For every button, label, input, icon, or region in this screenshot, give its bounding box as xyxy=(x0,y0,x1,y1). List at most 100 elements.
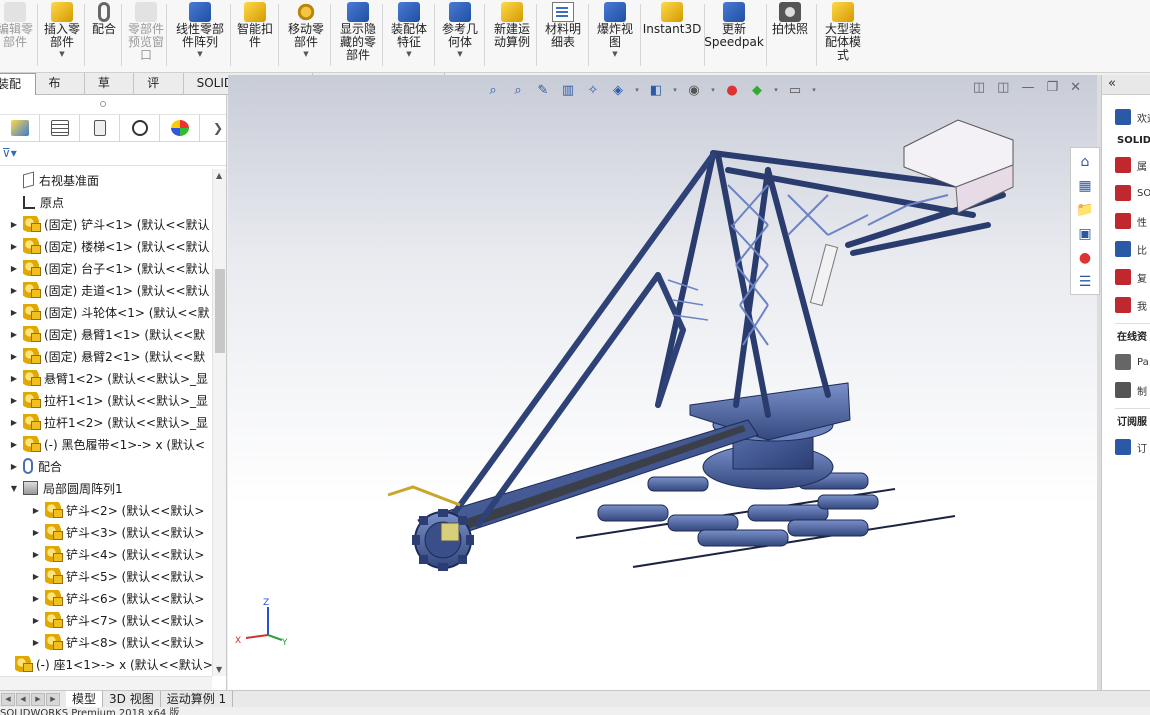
tree-item[interactable]: ▶ 铲斗<6> (默认<<默认> xyxy=(0,587,212,609)
last-tab-icon[interactable]: ▶ xyxy=(46,692,60,706)
taskpane-link[interactable]: 制 xyxy=(1102,376,1150,404)
linear-pattern-button[interactable]: 线性零部 件阵列 ▼ xyxy=(170,2,230,70)
appearances-icon[interactable]: ● xyxy=(1074,247,1096,269)
view-palette-icon[interactable]: ▣ xyxy=(1074,223,1096,245)
tree-item[interactable]: ▶ 拉杆1<2> (默认<<默认>_显 xyxy=(0,411,212,433)
scroll-down-icon[interactable]: ▼ xyxy=(216,665,222,674)
bottom-tab-2[interactable]: 运动算例 1 xyxy=(161,690,234,708)
bottom-tab-0[interactable]: 模型 xyxy=(66,690,104,708)
tabs-scroll-right-icon[interactable]: ❯ xyxy=(210,115,226,141)
tree-item[interactable]: ▶ (固定) 斗轮体<1> (默认<<默 xyxy=(0,301,212,323)
tab-display-manager[interactable] xyxy=(160,115,200,141)
insert-components-button[interactable]: 插入零 部件 ▼ xyxy=(40,2,84,70)
expand-arrow-icon[interactable]: ▶ xyxy=(8,242,20,251)
expand-arrow-icon[interactable]: ▶ xyxy=(30,506,42,515)
chevron-down-icon[interactable]: ▼ xyxy=(406,50,411,58)
file-explorer-icon[interactable]: 📁 xyxy=(1074,199,1096,221)
chevron-down-icon[interactable]: ▼ xyxy=(197,50,202,58)
expand-arrow-icon[interactable]: ▶ xyxy=(30,572,42,581)
expand-arrow-icon[interactable]: ▶ xyxy=(8,440,20,449)
tree-item[interactable]: ▼ 局部圆周阵列1 xyxy=(0,477,212,499)
assembly-features-button[interactable]: 装配体 特征 ▼ xyxy=(386,2,432,70)
tree-item[interactable]: ▶ 铲斗<8> (默认<<默认> xyxy=(0,631,212,653)
expand-arrow-icon[interactable]: ▶ xyxy=(8,264,20,273)
taskpane-link[interactable]: 性 xyxy=(1102,207,1150,235)
taskpane-link[interactable]: 欢迎 xyxy=(1102,103,1150,131)
excavator-model[interactable]: Z X Y xyxy=(228,75,1097,690)
move-component-button[interactable]: 移动零 部件 ▼ xyxy=(282,2,330,70)
show-hidden-button[interactable]: 显示隐 藏的零 部件 xyxy=(335,2,381,70)
tree-item[interactable]: ▶ 铲斗<2> (默认<<默认> xyxy=(0,499,212,521)
taskpane-link[interactable]: 订 xyxy=(1102,433,1150,461)
expand-arrow-icon[interactable]: ▶ xyxy=(30,550,42,559)
tree-item[interactable]: 原点 xyxy=(0,191,212,213)
scroll-up-icon[interactable]: ▲ xyxy=(216,171,222,180)
instant3d-button[interactable]: Instant3D xyxy=(643,2,701,70)
expand-arrow-icon[interactable]: ▶ xyxy=(8,330,20,339)
tree-item[interactable]: ▶ (固定) 悬臂2<1> (默认<<默 xyxy=(0,345,212,367)
tab-0[interactable]: 装配体 xyxy=(0,73,36,112)
component-preview-button[interactable]: 零部件 预览窗 口 xyxy=(124,2,168,70)
bottom-tab-1[interactable]: 3D 视图 xyxy=(103,690,161,708)
tree-item[interactable]: ▶ 拉杆1<1> (默认<<默认>_显 xyxy=(0,389,212,411)
panel-grip[interactable] xyxy=(0,95,226,115)
taskpane-link[interactable]: 比 xyxy=(1102,235,1150,263)
graphics-area[interactable]: ⌕ ⌕ ✎ ▥ ✧ ◈ ▾ ◧ ▾ ◉ ▾ ● ◆ ▾ ▭ ▾ ◫ ◫ — ❐ … xyxy=(228,75,1097,690)
tab-configuration-manager[interactable] xyxy=(80,115,120,141)
speedpak-button[interactable]: 更新 Speedpak xyxy=(704,2,764,70)
tree-item[interactable]: (-) 座1<1>-> x (默认<<默认>_显 xyxy=(0,653,212,675)
design-library-icon[interactable]: ▦ xyxy=(1074,175,1096,197)
tree-item[interactable]: ▶ 悬臂1<2> (默认<<默认>_显 xyxy=(0,367,212,389)
tree-item[interactable]: ▶ 铲斗<3> (默认<<默认> xyxy=(0,521,212,543)
custom-properties-icon[interactable]: ☰ xyxy=(1074,271,1096,293)
expand-arrow-icon[interactable]: ▶ xyxy=(8,462,20,471)
scroll-thumb[interactable] xyxy=(215,269,225,353)
edit-component-button[interactable]: 编辑零 部件 xyxy=(0,2,33,70)
tree-item[interactable]: ▶ 铲斗<4> (默认<<默认> xyxy=(0,543,212,565)
tree-item[interactable]: ▶ 配合 xyxy=(0,455,212,477)
tree-item[interactable]: ▶ (固定) 台子<1> (默认<<默认 xyxy=(0,257,212,279)
tab-property-manager[interactable] xyxy=(40,115,80,141)
expand-arrow-icon[interactable]: ▶ xyxy=(8,352,20,361)
large-assembly-button[interactable]: 大型装 配体模 式 xyxy=(820,2,866,70)
chevron-down-icon[interactable]: ▼ xyxy=(612,50,617,58)
tree-item[interactable]: ▶ (-) 黑色履带<1>-> x (默认< xyxy=(0,433,212,455)
chevron-down-icon[interactable]: ▼ xyxy=(457,50,462,58)
taskpane-link[interactable]: Pa xyxy=(1102,348,1150,376)
tree-item[interactable]: ▶ 铲斗<7> (默认<<默认> xyxy=(0,609,212,631)
collapse-arrow-icon[interactable]: ▼ xyxy=(8,484,20,493)
tree-item[interactable]: ▶ (固定) 走道<1> (默认<<默认 xyxy=(0,279,212,301)
tab-feature-manager[interactable] xyxy=(0,115,40,141)
next-tab-icon[interactable]: ▶ xyxy=(31,692,45,706)
tab-1[interactable]: 布局 xyxy=(36,73,85,111)
taskpane-link[interactable]: 我 xyxy=(1102,291,1150,319)
tab-dimxpert-manager[interactable] xyxy=(120,115,160,141)
mate-button[interactable]: 配合 xyxy=(87,2,121,70)
bill-of-materials-button[interactable]: 材料明 细表 xyxy=(540,2,586,70)
tree-horizontal-scrollbar[interactable] xyxy=(0,676,212,690)
tree-item[interactable]: ▶ 铲斗<5> (默认<<默认> xyxy=(0,565,212,587)
chevron-down-icon[interactable]: ▼ xyxy=(59,50,64,58)
tree-item[interactable]: ▶ (固定) 楼梯<1> (默认<<默认 xyxy=(0,235,212,257)
home-icon[interactable]: ⌂ xyxy=(1074,151,1096,173)
expand-arrow-icon[interactable]: ▶ xyxy=(8,396,20,405)
expand-arrow-icon[interactable]: ▶ xyxy=(30,528,42,537)
taskpane-link[interactable]: SO xyxy=(1102,179,1150,207)
expand-arrow-icon[interactable]: ▶ xyxy=(8,374,20,383)
expand-arrow-icon[interactable]: ▶ xyxy=(30,616,42,625)
expand-arrow-icon[interactable]: ▶ xyxy=(30,638,42,647)
taskpane-link[interactable]: 复 xyxy=(1102,263,1150,291)
expand-arrow-icon[interactable]: ▶ xyxy=(30,594,42,603)
chevron-down-icon[interactable]: ▼ xyxy=(303,50,308,58)
exploded-view-button[interactable]: 爆炸视 图 ▼ xyxy=(592,2,638,70)
first-tab-icon[interactable]: ◀ xyxy=(1,692,15,706)
tree-vertical-scrollbar[interactable]: ▲ ▼ xyxy=(212,169,226,676)
new-motion-study-button[interactable]: 新建运 动算例 xyxy=(488,2,536,70)
tree-item[interactable]: ▶ (固定) 悬臂1<1> (默认<<默 xyxy=(0,323,212,345)
tree-item[interactable]: 右视基准面 xyxy=(0,169,212,191)
tab-2[interactable]: 草图 xyxy=(85,73,135,111)
expand-arrow-icon[interactable]: ▶ xyxy=(8,308,20,317)
expand-arrow-icon[interactable]: ▶ xyxy=(8,220,20,229)
taskpane-collapse-icon[interactable]: « xyxy=(1102,75,1150,95)
tree-item[interactable]: ▶ (固定) 铲斗<1> (默认<<默认 xyxy=(0,213,212,235)
